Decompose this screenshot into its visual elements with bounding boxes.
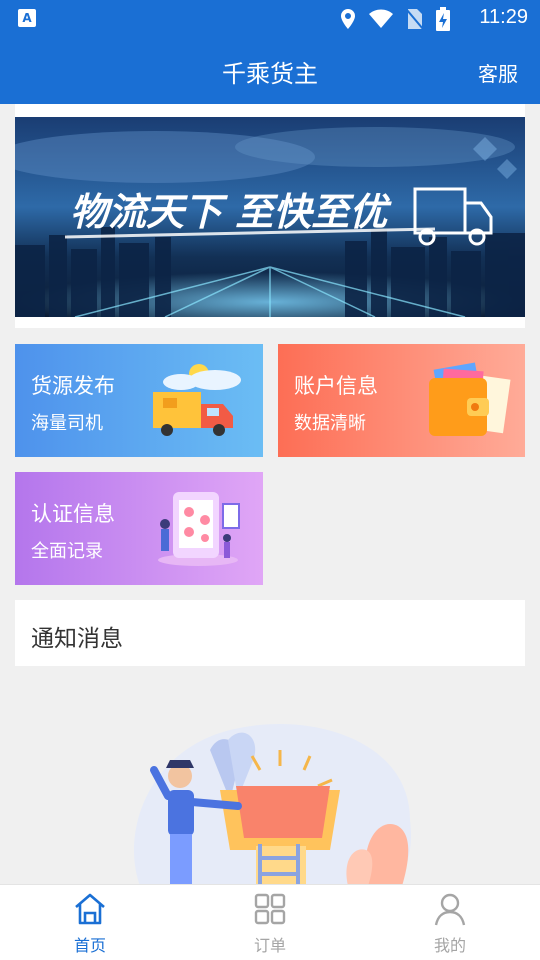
certificate-icon <box>158 492 240 566</box>
card-subtitle: 数据清晰 <box>294 413 366 434</box>
user-icon <box>434 893 466 926</box>
account-info-card[interactable]: 账户信息 数据清晰 <box>278 344 525 457</box>
certification-info-card[interactable]: 认证信息 全面记录 <box>15 472 263 585</box>
goods-publish-card[interactable]: 货源发布 海量司机 <box>15 344 263 457</box>
status-time: 11:29 <box>479 6 528 28</box>
card-title: 货源发布 <box>31 374 115 398</box>
app-notification-icon: A <box>18 9 36 27</box>
tab-orders[interactable]: 订单 <box>180 885 360 960</box>
status-bar: A 11:29 <box>0 0 540 36</box>
no-sim-icon <box>406 9 424 30</box>
location-icon <box>341 9 355 29</box>
app-header: 千乘货主 客服 <box>0 36 540 104</box>
bottom-tab-bar: 首页 订单 我的 <box>0 884 540 960</box>
empty-state-illustration <box>134 724 412 886</box>
card-title: 账户信息 <box>294 374 378 398</box>
home-icon <box>75 893 105 925</box>
delivery-truck-icon <box>153 364 241 436</box>
tab-label: 首页 <box>73 936 106 955</box>
wallet-icon <box>429 362 511 436</box>
notification-title: 通知消息 <box>31 626 123 652</box>
tab-label: 订单 <box>253 936 286 955</box>
banner-container: 物流天下 至快至优 <box>15 104 525 328</box>
grid-icon <box>254 893 286 925</box>
tab-mine[interactable]: 我的 <box>360 885 540 960</box>
wifi-icon <box>369 9 393 28</box>
battery-charging-icon <box>436 7 450 31</box>
banner-slogan: 物流天下 至快至优 <box>70 190 392 234</box>
banner-image[interactable]: 物流天下 至快至优 <box>15 117 525 317</box>
card-title: 认证信息 <box>31 502 115 526</box>
tab-home[interactable]: 首页 <box>0 885 180 960</box>
customer-service-button[interactable]: 客服 <box>478 58 518 87</box>
card-subtitle: 海量司机 <box>31 413 103 434</box>
card-subtitle: 全面记录 <box>31 541 103 562</box>
tab-label: 我的 <box>433 936 466 955</box>
status-icons <box>340 7 450 31</box>
page-title: 千乘货主 <box>222 60 318 88</box>
notification-section: 通知消息 <box>15 600 525 666</box>
